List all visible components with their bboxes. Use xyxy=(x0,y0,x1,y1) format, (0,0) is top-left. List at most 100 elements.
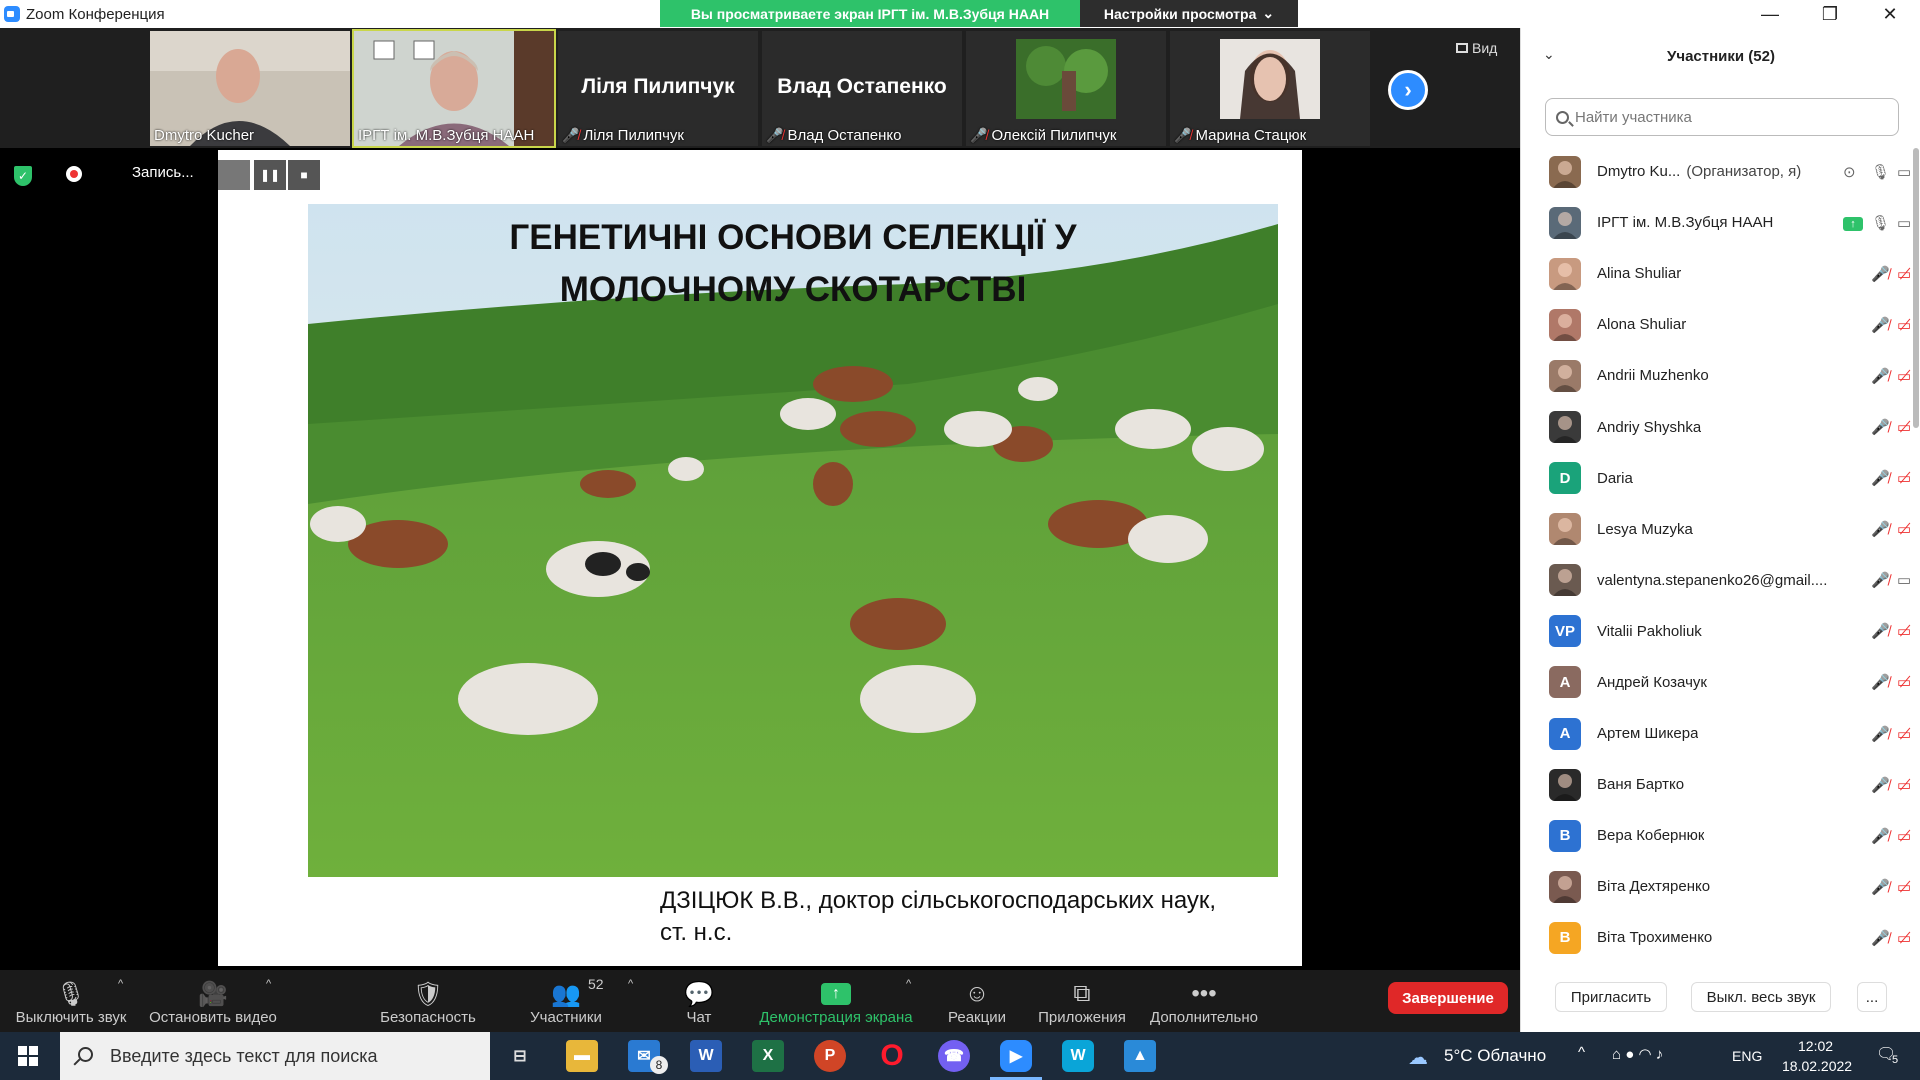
mic-muted-icon[interactable]: 🎤̸ xyxy=(1871,571,1890,589)
mic-muted-icon[interactable]: 🎤̸ xyxy=(1871,418,1890,436)
video-tile-maryna[interactable]: 🎤̸ Марина Стацюк xyxy=(1170,31,1370,146)
end-meeting-button[interactable]: Завершение xyxy=(1388,982,1508,1014)
recording-indicator-icon[interactable]: ⊙ xyxy=(1843,163,1856,181)
mic-muted-icon[interactable]: 🎤̸ xyxy=(1871,265,1890,283)
participant-row[interactable]: A Артем Шикера 🎤̸ ▭̸ xyxy=(1521,708,1911,759)
panel-more-button[interactable]: ... xyxy=(1857,982,1887,1012)
participant-row[interactable]: Andriy Shyshka 🎤̸ ▭̸ xyxy=(1521,401,1911,452)
maximize-button[interactable]: ❐ xyxy=(1800,0,1860,28)
viber-icon[interactable]: ☎ xyxy=(938,1040,970,1072)
participant-row[interactable]: Ваня Бартко 🎤̸ ▭̸ xyxy=(1521,759,1911,810)
microphone-icon[interactable]: 🎙 xyxy=(1871,163,1890,181)
participant-row[interactable]: В Віта Трохименко 🎤̸ ▭̸ xyxy=(1521,912,1911,963)
video-off-icon[interactable]: ▭̸ xyxy=(1897,316,1911,334)
video-tile-irgt[interactable]: ІРГТ ім. М.В.Зубця НААН xyxy=(352,29,556,148)
audio-options-caret-icon[interactable]: ^ xyxy=(118,978,123,990)
taskbar-search[interactable]: Введите здесь текст для поиска xyxy=(60,1032,490,1080)
mic-muted-icon[interactable]: 🎤̸ xyxy=(1871,520,1890,538)
video-tile-lilia[interactable]: Ліля Пилипчук 🎤̸ Ліля Пилипчук xyxy=(558,31,758,146)
share-screen-button[interactable]: ↑ Демонстрация экрана xyxy=(756,970,916,1032)
excel-icon[interactable]: X xyxy=(752,1040,784,1072)
participant-search[interactable] xyxy=(1545,98,1899,136)
mic-muted-icon[interactable]: 🎤̸ xyxy=(1871,673,1890,691)
tray-chevron-icon[interactable]: ^ xyxy=(1578,1044,1585,1061)
video-camera-icon[interactable]: ▭ xyxy=(1897,163,1911,181)
more-button[interactable]: ••• Дополнительно xyxy=(1146,970,1262,1032)
video-camera-icon[interactable]: ▭ xyxy=(1897,214,1911,232)
participant-row[interactable]: Віта Дехтяренко 🎤̸ ▭̸ xyxy=(1521,861,1911,912)
participant-list-scrollbar[interactable] xyxy=(1913,148,1919,428)
participant-row[interactable]: Lesya Muzyka 🎤̸ ▭̸ xyxy=(1521,504,1911,555)
reactions-button[interactable]: ☺ Реакции xyxy=(946,970,1008,1032)
video-off-icon[interactable]: ▭̸ xyxy=(1897,469,1911,487)
stop-video-button[interactable]: 🎥 Остановить видео xyxy=(148,970,278,1032)
view-button[interactable]: Вид xyxy=(1456,40,1497,56)
mute-button[interactable]: 🎙 Выключить звук xyxy=(10,970,132,1032)
opera-icon[interactable]: O xyxy=(876,1039,908,1072)
participant-row[interactable]: А Андрей Козачук 🎤̸ ▭̸ xyxy=(1521,657,1911,708)
word-icon[interactable]: W xyxy=(690,1040,722,1072)
video-off-icon[interactable]: ▭̸ xyxy=(1897,776,1911,794)
mic-muted-icon[interactable]: 🎤̸ xyxy=(1871,367,1890,385)
screen-share-icon[interactable]: ↑ xyxy=(1843,214,1863,232)
invite-button[interactable]: Пригласить xyxy=(1555,982,1667,1012)
photos-icon[interactable]: ▲ xyxy=(1124,1040,1156,1072)
stop-recording-button[interactable]: ■ xyxy=(288,160,320,190)
apps-button[interactable]: ⧉ Приложения xyxy=(1034,970,1130,1032)
mic-muted-icon[interactable]: 🎤̸ xyxy=(1871,469,1890,487)
view-settings-button[interactable]: Настройки просмотра ⌄ xyxy=(1080,0,1298,27)
video-camera-icon[interactable]: ▭ xyxy=(1897,571,1911,589)
participants-options-caret-icon[interactable]: ^ xyxy=(628,978,633,990)
video-off-icon[interactable]: ▭̸ xyxy=(1897,367,1911,385)
next-page-button[interactable]: › xyxy=(1388,70,1428,110)
participant-row[interactable]: Alina Shuliar 🎤̸ ▭̸ xyxy=(1521,248,1911,299)
chat-button[interactable]: 💬 Чат xyxy=(676,970,722,1032)
mic-muted-icon[interactable]: 🎤̸ xyxy=(1871,725,1890,743)
windows-start-button[interactable] xyxy=(18,1046,38,1066)
video-off-icon[interactable]: ▭̸ xyxy=(1897,265,1911,283)
video-options-caret-icon[interactable]: ^ xyxy=(266,978,271,990)
file-explorer-icon[interactable]: ▬ xyxy=(566,1040,598,1072)
close-window-button[interactable]: ✕ xyxy=(1860,0,1920,28)
mic-muted-icon[interactable]: 🎤̸ xyxy=(1871,827,1890,845)
video-tile-dmytro[interactable]: Dmytro Kucher xyxy=(150,31,350,146)
video-off-icon[interactable]: ▭̸ xyxy=(1897,520,1911,538)
mute-all-button[interactable]: Выкл. весь звук xyxy=(1691,982,1831,1012)
participant-row[interactable]: Alona Shuliar 🎤̸ ▭̸ xyxy=(1521,299,1911,350)
participant-row[interactable]: valentyna.stepanenko26@gmail.... 🎤̸ ▭ xyxy=(1521,555,1911,606)
clock-time[interactable]: 12:02 xyxy=(1798,1038,1833,1054)
task-view-icon[interactable]: ⊟ xyxy=(504,1040,536,1072)
participant-row[interactable]: В Вера Кобернюк 🎤̸ ▭̸ xyxy=(1521,810,1911,861)
clock-date[interactable]: 18.02.2022 xyxy=(1782,1058,1852,1074)
video-off-icon[interactable]: ▭̸ xyxy=(1897,878,1911,896)
video-tile-oleksii[interactable]: 🎤̸ Олексій Пилипчук xyxy=(966,31,1166,146)
weather-text[interactable]: 5°C Облачно xyxy=(1444,1046,1546,1066)
mic-muted-icon[interactable]: 🎤̸ xyxy=(1871,776,1890,794)
microphone-icon[interactable]: 🎙 xyxy=(1871,214,1890,232)
mic-muted-icon[interactable]: 🎤̸ xyxy=(1871,878,1890,896)
webex-icon[interactable]: W xyxy=(1062,1040,1094,1072)
video-off-icon[interactable]: ▭̸ xyxy=(1897,929,1911,947)
mic-muted-icon[interactable]: 🎤̸ xyxy=(1871,316,1890,334)
participant-row[interactable]: VP Vitalii Pakholiuk 🎤̸ ▭̸ xyxy=(1521,606,1911,657)
video-off-icon[interactable]: ▭̸ xyxy=(1897,725,1911,743)
minimize-button[interactable]: — xyxy=(1740,0,1800,28)
participant-row[interactable]: D Daria 🎤̸ ▭̸ xyxy=(1521,453,1911,504)
participant-row[interactable]: ІРГТ ім. М.В.Зубця НААН ↑ 🎙 ▭ xyxy=(1521,197,1911,248)
video-off-icon[interactable]: ▭̸ xyxy=(1897,827,1911,845)
security-button[interactable]: 🛡 Безопасность xyxy=(378,970,478,1032)
participant-row[interactable]: Andrii Muzhenko 🎤̸ ▭̸ xyxy=(1521,350,1911,401)
pause-recording-button[interactable]: ❚❚ xyxy=(254,160,286,190)
mic-muted-icon[interactable]: 🎤̸ xyxy=(1871,622,1890,640)
language-indicator[interactable]: ENG xyxy=(1732,1048,1762,1064)
video-off-icon[interactable]: ▭̸ xyxy=(1897,622,1911,640)
powerpoint-icon[interactable]: P xyxy=(814,1040,846,1072)
zoom-taskbar-icon[interactable]: ▶ xyxy=(990,1040,1042,1080)
video-off-icon[interactable]: ▭̸ xyxy=(1897,418,1911,436)
mic-muted-icon[interactable]: 🎤̸ xyxy=(1871,929,1890,947)
share-options-caret-icon[interactable]: ^ xyxy=(906,978,911,990)
participant-search-input[interactable] xyxy=(1575,108,1875,126)
video-tile-vlad[interactable]: Влад Остапенко 🎤̸ Влад Остапенко xyxy=(762,31,962,146)
participant-row[interactable]: Dmytro Ku... (Организатор, я) ⊙ 🎙 ▭ xyxy=(1521,146,1911,197)
tray-icons[interactable]: ⌂ ● ◠ ♪ xyxy=(1612,1045,1663,1063)
